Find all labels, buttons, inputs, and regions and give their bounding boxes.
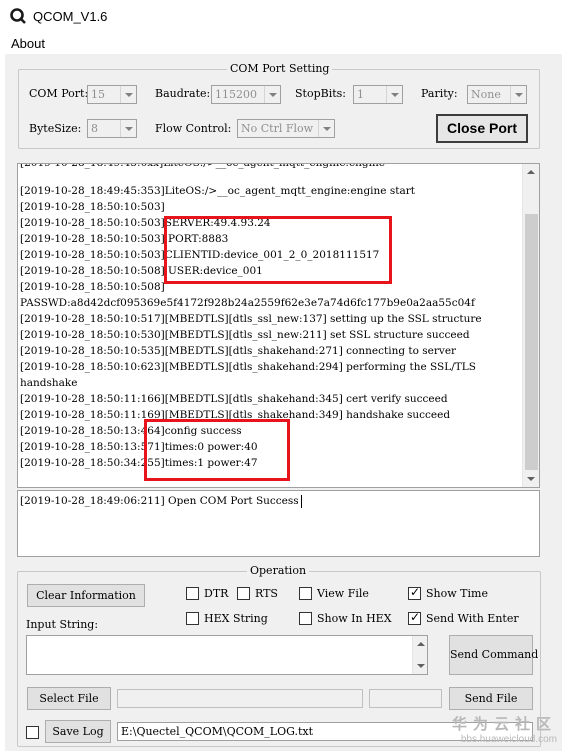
log-line: [2019-10-28_18:50:10:517][MBEDTLS][dtls_… bbox=[20, 313, 482, 325]
show-time-label: Show Time bbox=[426, 587, 488, 600]
baudrate-select[interactable]: 115200 bbox=[211, 85, 281, 104]
dtr-checkbox[interactable] bbox=[186, 587, 199, 600]
scroll-up-icon[interactable] bbox=[523, 164, 539, 180]
chevron-down-icon bbox=[386, 86, 402, 103]
window-border-right bbox=[562, 32, 567, 751]
scroll-up-icon[interactable] bbox=[413, 636, 427, 652]
baudrate-value: 115200 bbox=[215, 88, 257, 101]
select-file-button[interactable]: Select File bbox=[27, 687, 111, 710]
parity-label: Parity: bbox=[421, 87, 458, 100]
input-string-field[interactable] bbox=[26, 635, 428, 675]
com-port-label: COM Port: bbox=[29, 87, 89, 100]
log-path-value: E:\Quectel_QCOM\QCOM_LOG.txt bbox=[121, 725, 314, 738]
stopbits-label: StopBits: bbox=[295, 87, 346, 100]
clear-information-button[interactable]: Clear Information bbox=[27, 584, 145, 607]
flow-control-value: No Ctrl Flow bbox=[241, 122, 314, 135]
watermark: 华为云社区 bbs.huaweicloud.com bbox=[452, 713, 557, 745]
log-line-partial: [2019-10-28_18:49:45:0xx]LiteOS:/>__oc_a… bbox=[20, 163, 385, 169]
text-cursor bbox=[301, 495, 302, 508]
com-port-setting-title: COM Port Setting bbox=[227, 62, 333, 75]
view-file-checkbox[interactable] bbox=[299, 587, 312, 600]
baudrate-label: Baudrate: bbox=[155, 87, 211, 100]
status-line: [2019-10-28_18:49:06:211] Open COM Port … bbox=[20, 495, 299, 507]
scroll-down-icon[interactable] bbox=[523, 471, 539, 487]
bytesize-value: 8 bbox=[91, 122, 98, 135]
rts-label: RTS bbox=[255, 587, 278, 600]
log-line: [2019-10-28_18:50:10:535][MBEDTLS][dtls_… bbox=[20, 345, 457, 357]
show-in-hex-checkbox[interactable] bbox=[299, 612, 312, 625]
bytesize-label: ByteSize: bbox=[29, 122, 82, 135]
operation-title: Operation bbox=[247, 564, 310, 577]
chevron-down-icon bbox=[318, 120, 334, 137]
window-title: QCOM_V1.6 bbox=[33, 9, 108, 24]
title-bar: QCOM_V1.6 bbox=[0, 0, 567, 32]
show-in-hex-label: Show In HEX bbox=[317, 612, 392, 625]
view-file-label: View File bbox=[317, 587, 369, 600]
save-log-button[interactable]: Save Log bbox=[45, 720, 111, 743]
file-path-field[interactable] bbox=[117, 689, 363, 708]
flow-control-label: Flow Control: bbox=[155, 122, 232, 135]
stopbits-value: 1 bbox=[357, 88, 364, 101]
flow-control-select[interactable]: No Ctrl Flow bbox=[237, 119, 335, 138]
stopbits-select[interactable]: 1 bbox=[353, 85, 403, 104]
log-line: [2019-10-28_18:50:10:530][MBEDTLS][dtls_… bbox=[20, 329, 470, 341]
log-line: handshake bbox=[20, 377, 78, 389]
log-line: [2019-10-28_18:50:11:166][MBEDTLS][dtls_… bbox=[20, 393, 448, 405]
com-port-setting-group: COM Port Setting COM Port: 15 Baudrate: … bbox=[18, 62, 540, 149]
qcom-app-icon bbox=[10, 8, 26, 24]
watermark-cn: 华为云社区 bbox=[451, 715, 557, 733]
parity-value: None bbox=[471, 88, 501, 101]
save-log-checkbox[interactable] bbox=[26, 726, 39, 739]
send-file-button[interactable]: Send File bbox=[449, 687, 533, 710]
file-progress-field bbox=[369, 689, 442, 708]
input-scrollbar[interactable] bbox=[412, 636, 427, 674]
send-command-button[interactable]: Send Command bbox=[449, 635, 538, 675]
hex-string-label: HEX String bbox=[204, 612, 268, 625]
log-line: [2019-10-28_18:50:10:508] bbox=[20, 281, 165, 293]
highlight-box-server-info bbox=[164, 216, 392, 284]
watermark-url: bbs.huaweicloud.com bbox=[460, 734, 557, 745]
log-line: [2019-10-28_18:50:10:503] bbox=[20, 201, 165, 213]
scroll-down-icon[interactable] bbox=[413, 658, 427, 674]
hex-string-checkbox[interactable] bbox=[186, 612, 199, 625]
chevron-down-icon bbox=[120, 120, 136, 137]
log-scrollbar[interactable] bbox=[522, 164, 539, 487]
send-with-enter-label: Send With Enter bbox=[426, 612, 519, 625]
com-port-select[interactable]: 15 bbox=[87, 85, 137, 104]
chevron-down-icon bbox=[264, 86, 280, 103]
window-border-left bbox=[0, 32, 5, 751]
chevron-down-icon bbox=[120, 86, 136, 103]
chevron-down-icon bbox=[510, 86, 526, 103]
menu-bar: About bbox=[0, 32, 567, 54]
menu-about[interactable]: About bbox=[11, 36, 45, 51]
log-line: PASSWD:a8d42dcf095369e5f4172f928b24a2559… bbox=[20, 297, 475, 309]
rts-checkbox[interactable] bbox=[237, 587, 250, 600]
log-line: [2019-10-28_18:50:10:623][MBEDTLS][dtls_… bbox=[20, 361, 476, 373]
com-port-value: 15 bbox=[91, 88, 105, 101]
send-with-enter-checkbox[interactable] bbox=[408, 610, 421, 625]
dtr-label: DTR bbox=[204, 587, 229, 600]
close-port-button[interactable]: Close Port bbox=[436, 114, 528, 143]
log-line: [2019-10-28_18:49:45:353]LiteOS:/>__oc_a… bbox=[20, 185, 415, 197]
highlight-box-config-power bbox=[144, 419, 290, 481]
status-output[interactable]: [2019-10-28_18:49:06:211] Open COM Port … bbox=[17, 490, 540, 557]
bytesize-select[interactable]: 8 bbox=[87, 119, 137, 138]
show-time-checkbox[interactable] bbox=[408, 585, 421, 600]
input-string-label: Input String: bbox=[26, 618, 99, 631]
parity-select[interactable]: None bbox=[467, 85, 527, 104]
scroll-thumb[interactable] bbox=[525, 214, 538, 470]
